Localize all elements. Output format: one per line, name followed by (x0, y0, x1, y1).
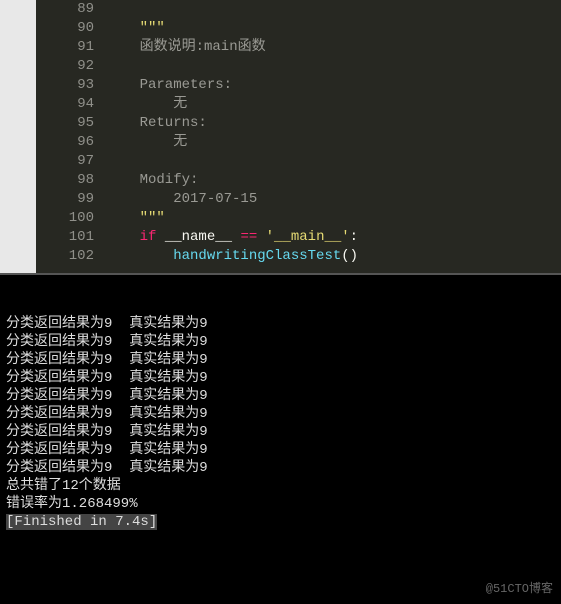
minimap[interactable] (0, 0, 36, 273)
terminal-line: 错误率为1.268499% (6, 495, 555, 513)
terminal-line: [Finished in 7.4s] (6, 513, 555, 531)
line-number: 96 (36, 133, 94, 152)
code-line[interactable]: Modify: (106, 171, 561, 190)
code-line[interactable]: if __name__ == '__main__': (106, 228, 561, 247)
code-line[interactable]: """ (106, 19, 561, 38)
code-line[interactable]: 无 (106, 95, 561, 114)
line-number: 93 (36, 76, 94, 95)
code-line[interactable]: """ (106, 209, 561, 228)
terminal-line: 分类返回结果为9 真实结果为9 (6, 315, 555, 333)
watermark: @51CTO博客 (486, 580, 553, 598)
terminal-line: 分类返回结果为9 真实结果为9 (6, 387, 555, 405)
code-line[interactable]: handwritingClassTest() (106, 247, 561, 266)
line-number: 91 (36, 38, 94, 57)
terminal-line: 分类返回结果为9 真实结果为9 (6, 423, 555, 441)
code-line[interactable]: 无 (106, 133, 561, 152)
line-number: 89 (36, 0, 94, 19)
line-number-gutter: 8990919293949596979899100101102 (36, 0, 106, 273)
terminal-output[interactable]: 分类返回结果为9 真实结果为9分类返回结果为9 真实结果为9分类返回结果为9 真… (0, 275, 561, 604)
terminal-line: 分类返回结果为9 真实结果为9 (6, 351, 555, 369)
line-number: 102 (36, 247, 94, 266)
line-number: 97 (36, 152, 94, 171)
terminal-line: 分类返回结果为9 真实结果为9 (6, 441, 555, 459)
line-number: 98 (36, 171, 94, 190)
line-number: 95 (36, 114, 94, 133)
code-line[interactable] (106, 152, 561, 171)
line-number: 101 (36, 228, 94, 247)
code-line[interactable]: Returns: (106, 114, 561, 133)
terminal-line: 分类返回结果为9 真实结果为9 (6, 405, 555, 423)
code-line[interactable]: 函数说明:main函数 (106, 38, 561, 57)
terminal-line: 总共错了12个数据 (6, 477, 555, 495)
code-line[interactable]: 2017-07-15 (106, 190, 561, 209)
code-area[interactable]: 8990919293949596979899100101102 """ 函数说明… (36, 0, 561, 273)
editor-area: 8990919293949596979899100101102 """ 函数说明… (0, 0, 561, 275)
code-line[interactable] (106, 0, 561, 19)
code-content[interactable]: """ 函数说明:main函数 Parameters: 无 Returns: 无… (106, 0, 561, 273)
terminal-line: 分类返回结果为9 真实结果为9 (6, 459, 555, 477)
line-number: 99 (36, 190, 94, 209)
terminal-line: 分类返回结果为9 真实结果为9 (6, 369, 555, 387)
code-line[interactable]: Parameters: (106, 76, 561, 95)
line-number: 100 (36, 209, 94, 228)
line-number: 92 (36, 57, 94, 76)
line-number: 90 (36, 19, 94, 38)
line-number: 94 (36, 95, 94, 114)
code-line[interactable] (106, 57, 561, 76)
terminal-line: 分类返回结果为9 真实结果为9 (6, 333, 555, 351)
